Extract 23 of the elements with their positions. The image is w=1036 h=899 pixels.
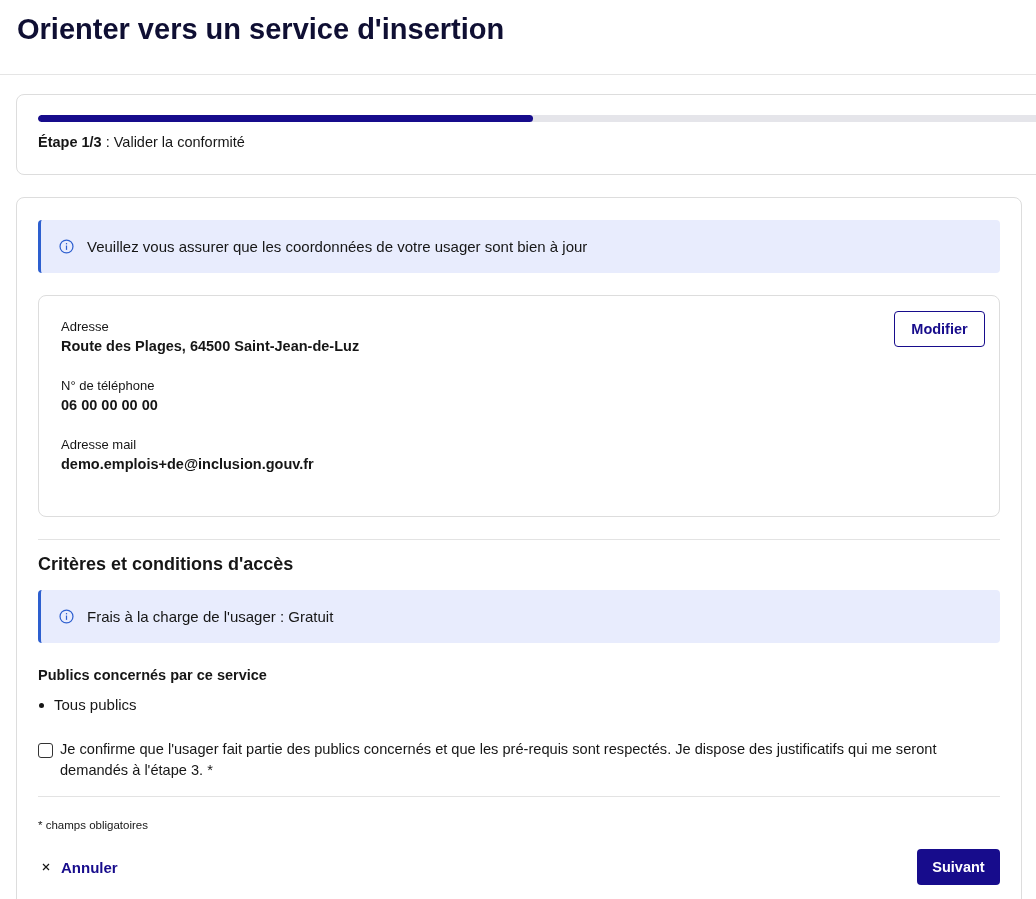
info-icon: [59, 609, 74, 624]
field-label: Adresse: [61, 318, 110, 336]
checkbox-label: Je confirme que l'usager fait partie des publics concernés et que les pré-requis sont respectés. Je dispose des justificatifs qui me seront demandés à l'étape 3. *: [60, 740, 938, 780]
edit-button[interactable]: Modifier: [894, 311, 985, 347]
field-label: Adresse mail: [61, 436, 138, 454]
info-icon: [59, 239, 74, 254]
audience-title: Publics concernés par ce service: [38, 666, 268, 685]
notice-text: Frais à la charge de l'usager : Gratuit: [87, 606, 334, 627]
close-icon: [42, 863, 50, 871]
required-note: * champs obligatoires: [38, 818, 149, 833]
notice-text: Veuillez vous assurer que les coordonnées de votre usager sont bien à jour: [87, 236, 588, 257]
page-title: Orienter vers un service d'insertion: [17, 12, 505, 47]
field-value: demo.emplois+de@inclusion.gouv.fr: [61, 455, 315, 474]
bullet-icon: [39, 702, 44, 708]
step-label: Étape 1/3 : Valider la conformité: [38, 133, 246, 152]
next-button[interactable]: Suivant: [917, 849, 1000, 885]
audience-item: Tous publics: [54, 695, 137, 715]
cancel-link[interactable]: Annuler: [38, 858, 118, 876]
section-title: Critères et conditions d'accès: [38, 553, 295, 576]
field-value: Route des Plages, 64500 Saint-Jean-de-Luz: [61, 337, 360, 356]
confirm-checkbox[interactable]: [38, 743, 53, 758]
field-label: N° de téléphone: [61, 377, 156, 395]
field-value: 06 00 00 00 00: [61, 396, 159, 415]
